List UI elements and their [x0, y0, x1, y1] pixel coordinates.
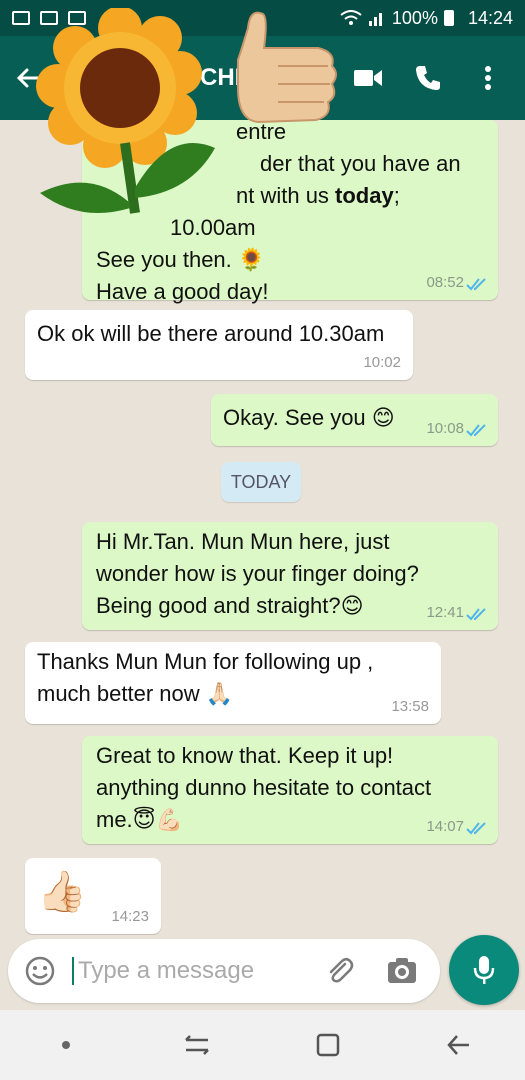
phone-icon[interactable]	[413, 63, 443, 93]
more-vert-icon[interactable]	[473, 63, 503, 93]
header-actions	[353, 63, 503, 93]
message-line: much better now 🙏🏻	[37, 681, 234, 706]
double-tick-icon	[466, 822, 486, 835]
mic-icon[interactable]	[449, 935, 519, 1005]
message-bubble-out[interactable]: Hi Mr.Tan. Mun Mun here, just wonder how…	[82, 522, 498, 630]
back-nav-icon[interactable]	[437, 1023, 481, 1067]
message-time: 12:41	[426, 604, 464, 621]
double-tick-icon	[466, 608, 486, 621]
date-chip: TODAY	[221, 462, 301, 502]
message-text: Ok ok will be there around 10.30am	[37, 321, 385, 346]
message-bubble-in[interactable]: 👍🏻 14:23	[25, 858, 161, 934]
message-line: nt with us	[236, 183, 336, 208]
message-bubble-in[interactable]: Ok ok will be there around 10.30am 10:02	[25, 310, 413, 380]
video-call-icon[interactable]	[353, 63, 383, 93]
screen-icon	[12, 11, 30, 25]
message-text: Okay. See you 😊	[223, 405, 395, 430]
chat-area[interactable]: entre der that you have an nt with us to…	[0, 120, 525, 935]
clock: 14:24	[467, 7, 513, 28]
message-line: wonder how is your finger doing?	[96, 561, 419, 586]
message-input[interactable]	[72, 957, 312, 985]
message-bubble-out[interactable]: Great to know that. Keep it up! anything…	[82, 736, 498, 844]
message-input-container	[8, 939, 440, 1003]
message-line: anything dunno hesitate to contact	[96, 775, 432, 800]
status-right: 100% 14:24	[340, 8, 513, 29]
emoji-icon[interactable]	[22, 953, 58, 989]
message-line: See you then. 🌻	[96, 247, 266, 272]
thumbs-up-sticker	[237, 11, 337, 124]
home-icon[interactable]	[306, 1023, 350, 1067]
wifi-icon	[340, 10, 362, 25]
double-tick-icon	[466, 278, 486, 291]
message-line: Great to know that. Keep it up!	[96, 743, 394, 768]
composer	[0, 935, 525, 1010]
message-line: Hi Mr.Tan. Mun Mun here, just	[96, 529, 390, 554]
message-time: 08:52	[426, 274, 464, 291]
double-tick-icon	[466, 424, 486, 437]
message-time: 14:07	[426, 818, 464, 835]
message-line: Have a good day!	[96, 279, 269, 304]
message-line: Thanks Mun Mun for following up ,	[37, 649, 374, 674]
message-time: 14:23	[111, 908, 149, 925]
message-time: 10:02	[363, 354, 401, 371]
message-bubble-in[interactable]: Thanks Mun Mun for following up , much b…	[25, 642, 441, 724]
sunflower-sticker	[36, 8, 215, 214]
bold-word: today	[335, 183, 394, 208]
nav-dot-icon[interactable]	[44, 1023, 88, 1067]
message-time: 10:08	[426, 420, 464, 437]
attach-icon[interactable]	[322, 953, 358, 989]
battery-percent: 100%	[391, 7, 438, 28]
message-time: 13:58	[391, 698, 429, 715]
signal-icon	[368, 13, 382, 26]
system-nav-bar	[0, 1010, 525, 1080]
emoji-message: 👍🏻	[37, 870, 87, 914]
message-bubble-out[interactable]: Okay. See you 😊 10:08	[211, 394, 498, 446]
battery-icon	[443, 10, 454, 26]
recents-icon[interactable]	[175, 1023, 219, 1067]
camera-icon[interactable]	[384, 953, 420, 989]
